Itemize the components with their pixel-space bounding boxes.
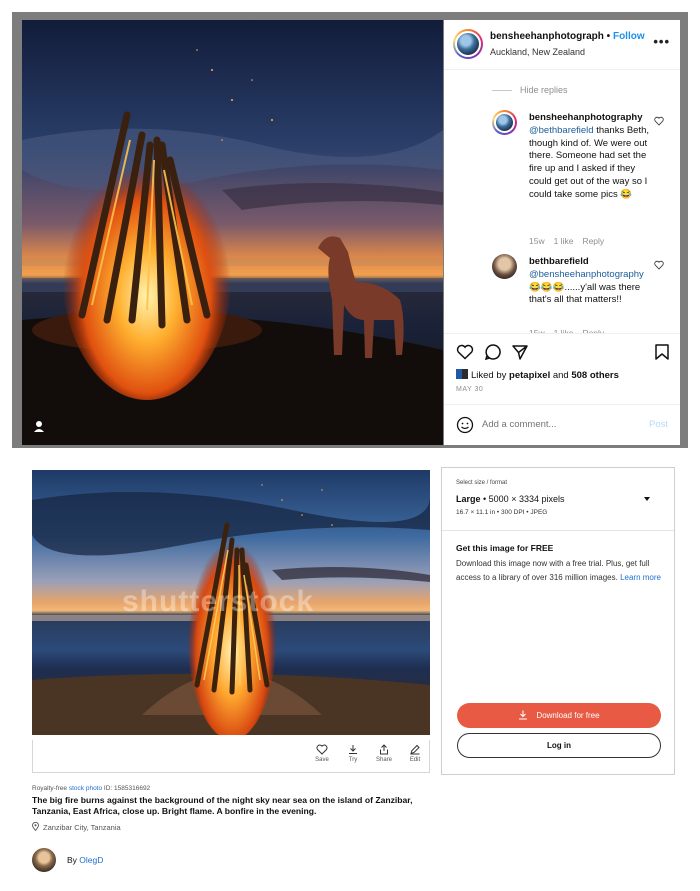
bonfire-dog-photo bbox=[22, 20, 443, 445]
instagram-post-photo[interactable] bbox=[22, 20, 443, 445]
login-button[interactable]: Log in bbox=[457, 733, 661, 758]
heart-icon bbox=[316, 744, 328, 755]
emoji-icon[interactable] bbox=[456, 416, 474, 434]
edit-label: Edit bbox=[409, 757, 421, 763]
download-for-free-button[interactable]: Download for free bbox=[457, 703, 661, 728]
likes-prefix: Liked by bbox=[471, 370, 510, 381]
license-panel: Select size / format Large • 5000 × 3334… bbox=[441, 467, 675, 775]
edit-icon bbox=[410, 744, 420, 755]
save-tool[interactable]: Save bbox=[309, 744, 335, 763]
comment-text: bensheehanphotography @bethbarefield tha… bbox=[529, 112, 657, 202]
post-actions: Liked by petapixel and 508 others MAY 30… bbox=[444, 333, 680, 445]
commenter-avatar[interactable] bbox=[492, 254, 517, 279]
heart-icon[interactable] bbox=[456, 344, 474, 360]
hide-replies-button[interactable]: Hide replies bbox=[492, 85, 568, 95]
photo-id-line: Royalty-free stock photo ID: 1585316692 bbox=[32, 785, 150, 792]
like-comment-heart-icon[interactable] bbox=[654, 116, 664, 126]
separator-dot: • bbox=[603, 31, 613, 42]
location-text: Zanzibar City, Tanzania bbox=[43, 823, 121, 832]
commenter-avatar[interactable] bbox=[492, 110, 517, 135]
size-selector[interactable]: Large • 5000 × 3334 pixels bbox=[456, 494, 564, 504]
watermark: shutterstock bbox=[122, 585, 315, 618]
photo-toolbar: Save Try Share Edit bbox=[32, 740, 430, 773]
photo-id-prefix: Royalty-free bbox=[32, 785, 69, 792]
comment-mention[interactable]: @bensheehanphotography bbox=[529, 269, 644, 280]
comment-text: bethbarefield @bensheehanphotography 😂😂😂… bbox=[529, 256, 657, 307]
post-date: MAY 30 bbox=[456, 386, 484, 393]
size-details: 16.7 × 11.1 in • 300 DPI • JPEG bbox=[456, 509, 548, 516]
contributor-line: By OlegD bbox=[67, 855, 103, 865]
follow-button[interactable]: Follow bbox=[613, 31, 645, 42]
learn-more-link[interactable]: Learn more bbox=[620, 573, 661, 582]
size-format-label: Select size / format bbox=[456, 480, 508, 486]
post-username[interactable]: bensheehanphotograph bbox=[490, 31, 604, 42]
like-comment-heart-icon[interactable] bbox=[654, 260, 664, 270]
edit-tool[interactable]: Edit bbox=[402, 744, 428, 763]
comment-username[interactable]: bethbarefield bbox=[529, 256, 589, 267]
post-comment-button[interactable]: Post bbox=[649, 419, 668, 430]
likes-middle: and bbox=[550, 370, 572, 381]
petapixel-logo-icon bbox=[456, 369, 468, 379]
comment-body: 😂😂😂......y'all was there that's all that… bbox=[529, 281, 641, 306]
comment-body: thanks Beth, though kind of. We were out… bbox=[529, 124, 650, 200]
add-comment-input[interactable] bbox=[482, 419, 632, 430]
photo-id: ID: 1585316692 bbox=[102, 785, 151, 792]
download-icon bbox=[519, 710, 528, 720]
likes-user[interactable]: petapixel bbox=[509, 370, 550, 381]
comment-reply[interactable]: Reply bbox=[582, 236, 604, 246]
stock-photo-link[interactable]: stock photo bbox=[69, 785, 102, 792]
location-pin-icon bbox=[32, 821, 39, 832]
free-offer-text: Download this image now with a free tria… bbox=[456, 557, 661, 584]
comment-mention[interactable]: @bethbarefield bbox=[529, 125, 594, 136]
comment-username[interactable]: bensheehanphotography bbox=[529, 112, 642, 123]
chevron-down-icon[interactable] bbox=[644, 497, 650, 501]
comment-2: bethbarefield @bensheehanphotography 😂😂😂… bbox=[492, 254, 680, 338]
stock-photo[interactable]: shutterstock bbox=[32, 470, 430, 735]
comment-likes[interactable]: 1 like bbox=[554, 236, 574, 246]
comment-1: bensheehanphotography @bethbarefield tha… bbox=[492, 110, 680, 250]
by-label: By bbox=[67, 855, 80, 865]
photo-location: Zanzibar City, Tanzania bbox=[32, 821, 121, 832]
post-location[interactable]: Auckland, New Zealand bbox=[490, 47, 585, 57]
comment-icon[interactable] bbox=[484, 343, 502, 361]
bookmark-icon[interactable] bbox=[654, 343, 670, 361]
photo-description: The big fire burns against the backgroun… bbox=[32, 795, 413, 816]
more-options-icon[interactable]: ••• bbox=[653, 34, 670, 49]
download-label: Download for free bbox=[536, 711, 600, 720]
author-avatar[interactable] bbox=[453, 29, 483, 59]
comment-age: 15w bbox=[529, 236, 545, 246]
share-tool[interactable]: Share bbox=[371, 744, 397, 763]
download-icon bbox=[349, 745, 357, 754]
likes-count[interactable]: 508 others bbox=[571, 370, 619, 381]
try-label: Try bbox=[348, 757, 358, 763]
post-header: bensheehanphotograph • Follow Auckland, … bbox=[444, 20, 680, 70]
contributor-link[interactable]: OlegD bbox=[79, 855, 103, 865]
comment-meta: 15w 1 like Reply bbox=[529, 236, 613, 246]
share-label: Share bbox=[375, 757, 392, 763]
add-comment-bar: Post bbox=[444, 404, 680, 446]
try-tool[interactable]: Try bbox=[340, 744, 366, 763]
free-offer-title: Get this image for FREE bbox=[456, 543, 554, 553]
save-label: Save bbox=[315, 757, 329, 763]
size-name: Large bbox=[456, 494, 481, 504]
instagram-side-panel: bensheehanphotograph • Follow Auckland, … bbox=[444, 20, 680, 445]
contributor-avatar[interactable] bbox=[32, 848, 56, 872]
share-icon bbox=[380, 744, 388, 755]
divider bbox=[442, 530, 674, 531]
likes-summary: Liked by petapixel and 508 others bbox=[456, 369, 619, 381]
share-icon[interactable] bbox=[511, 343, 529, 361]
post-username-line: bensheehanphotograph • Follow bbox=[490, 31, 645, 42]
size-pixels: • 5000 × 3334 pixels bbox=[480, 494, 565, 504]
